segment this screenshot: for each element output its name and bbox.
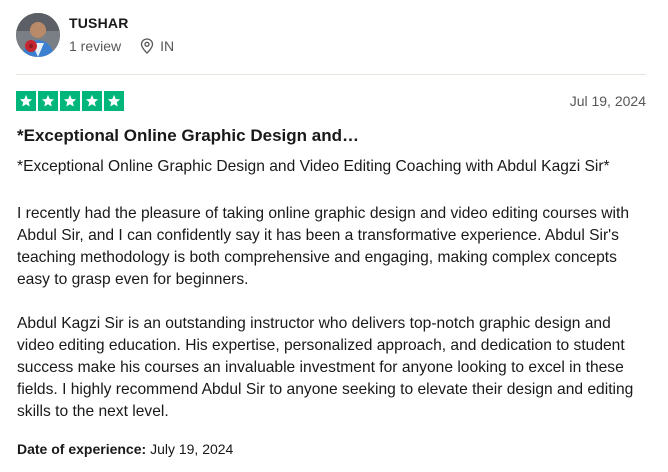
review-paragraph: I recently had the pleasure of taking on… — [17, 205, 630, 288]
review-count: 1 review — [69, 38, 122, 54]
experience-date: July 19, 2024 — [150, 441, 234, 457]
review-card: TUSHAR 1 review IN Jul 19, 2024 *Excepti… — [0, 0, 668, 472]
review-title[interactable]: *Exceptional Online Graphic Design and… — [17, 126, 359, 146]
location-pin-icon — [140, 38, 154, 54]
star-icon — [60, 91, 80, 111]
header-divider — [16, 74, 646, 75]
review-paragraph: *Exceptional Online Graphic Design and V… — [17, 158, 610, 175]
experience-label: Date of experience: — [17, 441, 147, 457]
star-icon — [38, 91, 58, 111]
reviewer-country: IN — [160, 38, 175, 54]
review-date: Jul 19, 2024 — [569, 93, 646, 109]
avatar-image — [16, 13, 60, 57]
star-icon — [82, 91, 102, 111]
avatar[interactable] — [16, 13, 60, 57]
review-paragraph: Abdul Kagzi Sir is an outstanding instru… — [17, 315, 634, 420]
star-icon — [104, 91, 124, 111]
date-of-experience: Date of experience: July 19, 2024 — [17, 441, 233, 457]
reviewer-meta: 1 review IN — [69, 38, 174, 54]
reviewer-name[interactable]: TUSHAR — [69, 15, 129, 31]
star-rating — [16, 91, 124, 111]
star-icon — [16, 91, 36, 111]
